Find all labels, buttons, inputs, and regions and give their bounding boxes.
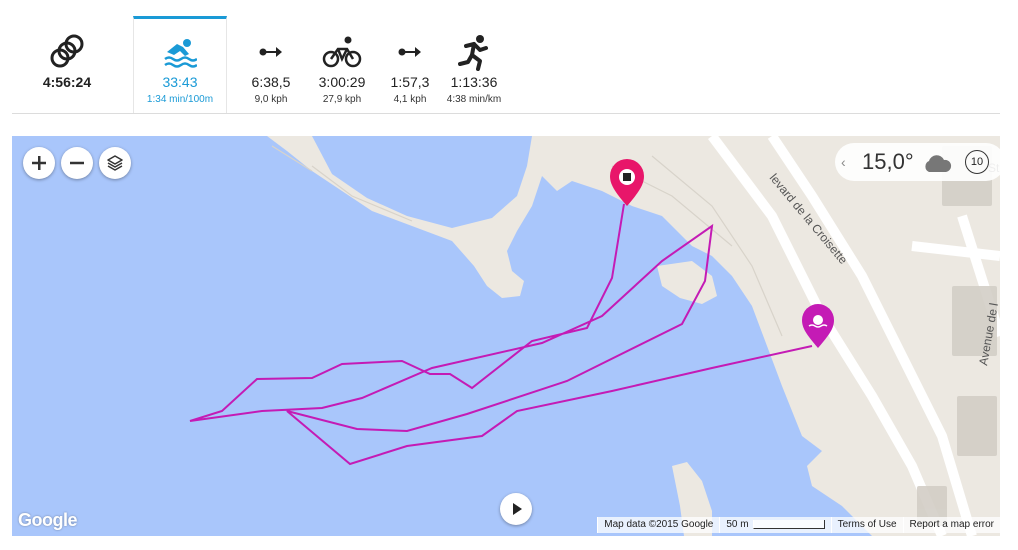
- tab-bike-value: 3:00:29: [318, 74, 366, 90]
- tab-transition-1[interactable]: 6:38,5 9,0 kph: [234, 16, 308, 113]
- layers-icon: [107, 155, 123, 171]
- map-canvas: levard de la Croisette Avenue de l St: [189, 136, 1000, 536]
- run-icon: [432, 34, 516, 72]
- scale-label: 50 m: [726, 519, 749, 530]
- zoom-in-button[interactable]: [23, 147, 55, 179]
- tabs-divider: [12, 113, 1000, 114]
- tab-transition-1-speed: 9,0 kph: [254, 94, 288, 105]
- terms-link[interactable]: Terms of Use: [830, 517, 903, 533]
- map-attribution: Map data ©2015 Google 50 m Terms of Use …: [597, 517, 1000, 533]
- tab-swim-pace: 1:34 min/100m: [146, 94, 214, 105]
- google-logo: Google: [18, 510, 78, 530]
- tab-run-pace: 4:38 min/km: [446, 94, 502, 105]
- play-icon: [513, 503, 522, 515]
- map-scale: 50 m: [719, 517, 831, 533]
- discipline-tabs: 4:56:24 33:43 1:34 min/100m 6:38,5 9,0 k…: [12, 16, 1000, 114]
- temperature: 15,0°: [862, 149, 914, 174]
- tab-total[interactable]: 4:56:24: [12, 16, 122, 113]
- triathlon-rings-icon: [12, 34, 122, 72]
- shore-land: [542, 136, 1000, 536]
- cloud-icon: [925, 155, 952, 172]
- route-map[interactable]: levard de la Croisette Avenue de l St ‹ …: [12, 136, 1000, 536]
- zoom-out-button[interactable]: [61, 147, 93, 179]
- play-button[interactable]: [500, 493, 532, 525]
- tab-run-value: 1:13:36: [450, 74, 498, 90]
- swim-icon: [134, 34, 226, 72]
- tab-total-value: 4:56:24: [42, 74, 92, 90]
- small-jetty: [657, 261, 717, 304]
- weather-widget[interactable]: ‹ 15,0° 10: [835, 143, 1000, 181]
- transition-arrow-icon: [234, 34, 308, 72]
- bike-icon: [302, 34, 382, 72]
- map-data-text: Map data ©2015 Google: [597, 517, 720, 533]
- tab-transition-1-value: 6:38,5: [251, 74, 291, 90]
- tab-bike-speed: 27,9 kph: [322, 94, 362, 105]
- report-error-link[interactable]: Report a map error: [902, 517, 1000, 533]
- minus-icon: [70, 161, 84, 165]
- tab-swim-value: 33:43: [162, 74, 198, 90]
- plus-icon: [32, 156, 46, 170]
- wind-speed: 10: [965, 150, 989, 174]
- chevron-left-icon[interactable]: ‹: [841, 154, 846, 170]
- layers-button[interactable]: [99, 147, 131, 179]
- tab-bike[interactable]: 3:00:29 27,9 kph: [302, 16, 382, 113]
- tab-run[interactable]: 1:13:36 4:38 min/km: [432, 16, 516, 113]
- tab-swim[interactable]: 33:43 1:34 min/100m: [133, 16, 227, 114]
- scale-bar: [752, 519, 825, 529]
